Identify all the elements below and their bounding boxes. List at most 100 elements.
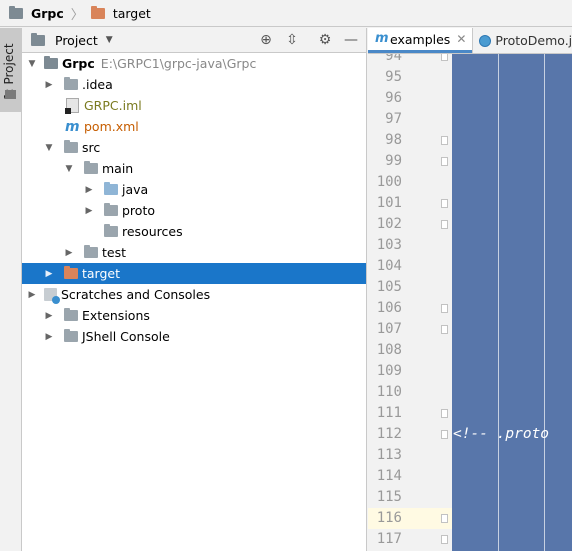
tree-item-label: test (102, 245, 127, 260)
fold-marker-icon[interactable] (441, 136, 448, 145)
tab-protodemo[interactable]: ProtoDemo.ja (472, 28, 572, 53)
folder-icon (104, 203, 118, 216)
tree-item-scratches[interactable]: ▶ Scratches and Consoles (22, 284, 366, 305)
tree-item-label: Grpc (62, 56, 95, 71)
folder-icon (84, 245, 98, 258)
chevron-right-icon[interactable]: ▶ (26, 290, 38, 300)
tree-item-src[interactable]: ▼ src (22, 137, 366, 158)
line-number: 98 (385, 132, 402, 148)
tree-item-label: java (122, 182, 149, 197)
tab-examples[interactable]: m examples ✕ (368, 28, 473, 53)
breadcrumb-project[interactable]: Grpc (9, 5, 64, 21)
chevron-down-icon[interactable]: ▼ (106, 35, 113, 45)
tree-item-grpc-iml[interactable]: GRPC.iml (22, 95, 366, 116)
indent-guide (498, 54, 499, 551)
tree-item-pom[interactable]: m pom.xml (22, 116, 366, 137)
excluded-folder-icon (90, 5, 105, 19)
excluded-folder-icon (64, 266, 78, 279)
tab-label: examples (390, 31, 451, 47)
chevron-down-icon[interactable]: ▼ (63, 164, 75, 174)
tree-item-label: src (82, 140, 101, 155)
project-view-selector[interactable]: Project (55, 33, 98, 48)
tree-item-extensions[interactable]: ▶ Extensions (22, 305, 366, 326)
folder-icon (64, 77, 78, 90)
folder-icon (5, 90, 16, 99)
line-number: 97 (385, 111, 402, 127)
chevron-right-icon[interactable]: ▶ (43, 80, 55, 90)
project-tree: ▼ Grpc E:\GRPC1\grpc-java\Grpc ▶ .idea G… (22, 53, 366, 347)
fold-marker-icon[interactable] (441, 220, 448, 229)
line-number: 106 (376, 300, 402, 316)
chevron-down-icon[interactable]: ▼ (26, 59, 38, 69)
scratches-icon (44, 288, 60, 304)
tree-item-test[interactable]: ▶ test (22, 242, 366, 263)
line-number: 115 (376, 489, 402, 505)
tree-item-java[interactable]: ▶ java (22, 179, 366, 200)
line-number: 94 (385, 54, 402, 64)
line-number: 109 (376, 363, 402, 379)
tree-item-main[interactable]: ▼ main (22, 158, 366, 179)
breadcrumb-separator-icon: 〉 (70, 7, 84, 23)
tree-item-idea[interactable]: ▶ .idea (22, 74, 366, 95)
chevron-down-icon[interactable]: ▼ (43, 143, 55, 153)
locate-target-icon[interactable]: ⊕ (258, 32, 274, 48)
line-number: 102 (376, 216, 402, 232)
maven-icon: m (375, 31, 389, 46)
tree-item-target[interactable]: ▶ target (22, 263, 366, 284)
line-number: 95 (385, 69, 402, 85)
tree-item-label: Extensions (82, 308, 150, 323)
java-class-icon (479, 34, 492, 47)
code-view[interactable]: <!-- .proto (452, 54, 572, 551)
fold-marker-icon[interactable] (441, 514, 448, 523)
fold-marker-icon[interactable] (441, 199, 448, 208)
tree-item-proto[interactable]: ▶ proto (22, 200, 366, 221)
fold-marker-icon[interactable] (441, 409, 448, 418)
editor-area: m examples ✕ ProtoDemo.ja 94 95 96 97 98 99 10… (368, 28, 572, 551)
line-number: 107 (376, 321, 402, 337)
gear-icon[interactable]: ⚙ (317, 32, 333, 48)
tree-item-jshell[interactable]: ▶ JShell Console (22, 326, 366, 347)
tree-item-resources[interactable]: resources (22, 221, 366, 242)
fold-marker-icon[interactable] (441, 304, 448, 313)
chevron-right-icon[interactable]: ▶ (43, 269, 55, 279)
project-tool-window-button[interactable]: 1: Project (0, 28, 21, 112)
line-number: 101 (376, 195, 402, 211)
chevron-right-icon[interactable]: ▶ (43, 332, 55, 342)
tree-item-label: Scratches and Consoles (61, 287, 211, 302)
chevron-right-icon[interactable]: ▶ (83, 185, 95, 195)
close-icon[interactable]: ✕ (456, 32, 466, 46)
line-number: 112 (376, 426, 402, 442)
line-number-gutter: 94 95 96 97 98 99 100 101 102 103 104 105 106 107 108 1… (368, 54, 453, 551)
tool-window-strip: 1: Project (0, 28, 22, 551)
module-folder-icon (44, 56, 58, 69)
line-number: 113 (376, 447, 402, 463)
iml-file-icon (65, 98, 79, 114)
folder-icon (64, 329, 78, 342)
fold-marker-icon[interactable] (441, 54, 448, 61)
fold-marker-icon[interactable] (441, 325, 448, 334)
line-number: 108 (376, 342, 402, 358)
tree-item-label: target (82, 266, 121, 281)
chevron-right-icon[interactable]: ▶ (83, 206, 95, 216)
hide-panel-icon[interactable]: — (343, 32, 359, 48)
fold-marker-icon[interactable] (441, 430, 448, 439)
fold-marker-icon[interactable] (441, 157, 448, 166)
folder-icon (64, 140, 78, 153)
collapse-all-icon[interactable]: ⇳ (284, 32, 300, 48)
fold-marker-icon[interactable] (441, 535, 448, 544)
line-number: 111 (376, 405, 402, 421)
editor-tab-bar: m examples ✕ ProtoDemo.ja (368, 28, 572, 54)
tree-item-label: resources (122, 224, 183, 239)
tree-item-label: GRPC.iml (84, 98, 142, 113)
project-panel-header: Project ▼ ⊕ ⇳ ⚙ — (22, 28, 366, 53)
line-number: 105 (376, 279, 402, 295)
tree-item-grpc[interactable]: ▼ Grpc E:\GRPC1\grpc-java\Grpc (22, 53, 366, 74)
project-panel: Project ▼ ⊕ ⇳ ⚙ — ▼ Grpc E:\GRPC1\grpc-j… (22, 28, 367, 551)
chevron-right-icon[interactable]: ▶ (63, 248, 75, 258)
breadcrumb-target[interactable]: target (90, 5, 151, 21)
chevron-right-icon[interactable]: ▶ (43, 311, 55, 321)
tree-item-label: .idea (82, 77, 113, 92)
line-number: 104 (376, 258, 402, 274)
maven-icon: m (65, 118, 80, 135)
breadcrumb-target-label: target (112, 5, 151, 21)
